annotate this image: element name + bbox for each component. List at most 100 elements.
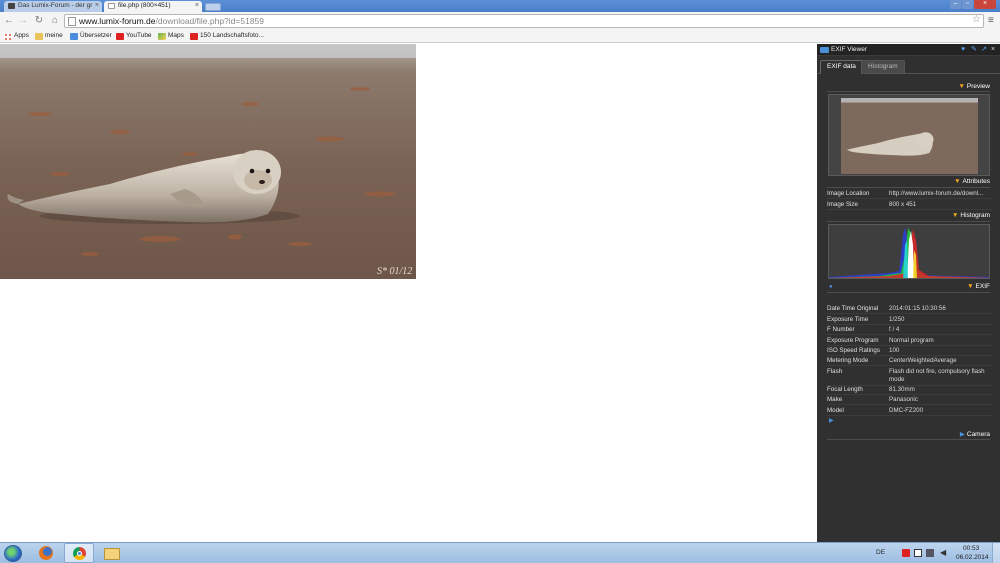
bookmark-maps[interactable]: Maps bbox=[158, 32, 184, 40]
wrench-icon[interactable]: ✎ bbox=[971, 46, 977, 54]
bookmark-label: Maps bbox=[168, 32, 184, 39]
exif-value: 81.30mm bbox=[889, 386, 915, 393]
start-button[interactable] bbox=[4, 545, 22, 562]
bookmark-apps[interactable]: Apps bbox=[4, 32, 29, 40]
pin-icon[interactable]: ↗ bbox=[981, 46, 987, 54]
close-icon[interactable]: × bbox=[95, 2, 99, 9]
antivirus-tray-icon[interactable] bbox=[902, 549, 910, 557]
preview-graphic bbox=[841, 98, 978, 174]
show-desktop-button[interactable] bbox=[992, 543, 1000, 563]
taskbar-explorer[interactable] bbox=[100, 544, 124, 563]
tab-file-php[interactable]: file.php (800×451) × bbox=[104, 1, 202, 12]
section-title: Camera bbox=[966, 431, 990, 438]
favicon-icon bbox=[8, 3, 15, 9]
bookmark-label: Apps bbox=[14, 32, 29, 39]
section-title: Histogram bbox=[960, 212, 990, 219]
page-icon bbox=[108, 3, 115, 9]
tab-title: Das Lumix-Forum - der gr bbox=[18, 2, 93, 9]
tab-title: file.php (800×451) bbox=[118, 2, 171, 9]
exif-value: 100 bbox=[889, 347, 900, 354]
preview-image bbox=[841, 98, 978, 174]
bookmark-landschaftsfoto[interactable]: 150 Landschaftsfoto... bbox=[190, 32, 264, 40]
section-histogram-header[interactable]: ▼ Histogram bbox=[952, 212, 990, 219]
forward-arrow-icon[interactable]: → bbox=[17, 15, 29, 27]
exif-row: Flash Flash did not fire, compulsory flas… bbox=[827, 367, 992, 386]
exif-row: Date Time Original 2014:01:15 10:30:56 bbox=[827, 304, 992, 314]
info-icon[interactable]: ● bbox=[829, 284, 833, 290]
folder-icon bbox=[35, 33, 43, 40]
url-text[interactable]: www.lumix-forum.de/download/file.php?id=… bbox=[79, 16, 264, 27]
triangle-right-icon[interactable]: ▶ bbox=[829, 417, 834, 424]
clock-time[interactable]: 00:53 bbox=[963, 545, 979, 552]
page-icon bbox=[68, 17, 76, 26]
window-close-button[interactable]: × bbox=[974, 0, 996, 9]
exif-tabs: EXIF data Histogram bbox=[817, 58, 1000, 74]
menu-icon[interactable]: ≡ bbox=[988, 16, 994, 26]
minimize-button[interactable]: – bbox=[950, 0, 961, 9]
back-arrow-icon[interactable]: ← bbox=[3, 15, 15, 27]
exif-row: Focal Length 81.30mm bbox=[827, 385, 992, 395]
section-exif-header[interactable]: ▼ EXIF bbox=[967, 283, 990, 290]
exif-row: Make Panasonic bbox=[827, 395, 992, 405]
bookmarks-bar: Apps meine Übersetzer YouTube Maps 150 L… bbox=[0, 30, 1000, 43]
exif-viewer-header: EXIF Viewer ♥ ✎ ↗ × bbox=[817, 44, 1000, 56]
section-preview-header[interactable]: ▼ Preview bbox=[958, 83, 990, 90]
volume-icon[interactable]: ◀ bbox=[940, 548, 946, 557]
star-icon[interactable]: ☆ bbox=[972, 14, 981, 25]
url-host: www.lumix-forum.de bbox=[79, 16, 156, 26]
divider bbox=[827, 439, 990, 440]
exif-row: Exposure Program Normal program bbox=[827, 336, 992, 346]
exif-key: Metering Mode bbox=[827, 357, 869, 364]
exif-value: f / 4 bbox=[889, 326, 900, 333]
taskbar-chrome[interactable] bbox=[64, 543, 94, 563]
heart-icon[interactable]: ♥ bbox=[961, 46, 965, 54]
flag-icon[interactable] bbox=[914, 549, 922, 557]
section-title: Attributes bbox=[962, 178, 990, 185]
section-title: EXIF bbox=[975, 283, 990, 290]
tab-histogram[interactable]: Histogram bbox=[861, 60, 905, 74]
explorer-icon bbox=[104, 548, 120, 560]
bookmark-meine[interactable]: meine bbox=[35, 32, 63, 40]
attribute-key: Image Size bbox=[827, 201, 858, 208]
exif-row: F Number f / 4 bbox=[827, 325, 992, 335]
exif-logo-icon bbox=[820, 47, 829, 53]
taskbar-firefox[interactable] bbox=[34, 544, 58, 563]
maximize-button[interactable]: ▫ bbox=[962, 0, 973, 9]
seal-photo-graphic: S* 01/12 bbox=[0, 44, 416, 279]
close-icon[interactable]: × bbox=[991, 46, 995, 54]
bookmark-youtube[interactable]: YouTube bbox=[116, 32, 152, 40]
bookmark-label: 150 Landschaftsfoto... bbox=[200, 32, 264, 39]
tab-exif-data[interactable]: EXIF data bbox=[820, 60, 863, 74]
address-bar[interactable]: www.lumix-forum.de/download/file.php?id=… bbox=[64, 14, 984, 28]
attribute-row: Image Location http://www.lumix-forum.de/… bbox=[827, 189, 992, 199]
section-attributes-header[interactable]: ▼ Attributes bbox=[954, 178, 990, 185]
exif-viewer-panel: EXIF Viewer ♥ ✎ ↗ × EXIF data Histogram … bbox=[817, 44, 1000, 542]
language-indicator[interactable]: DE bbox=[876, 549, 885, 556]
exif-row: Metering Mode CenterWeightedAverage bbox=[827, 356, 992, 366]
exif-value: 2014:01:15 10:30:56 bbox=[889, 305, 946, 312]
chrome-icon bbox=[73, 547, 86, 560]
firefox-icon bbox=[39, 546, 53, 560]
watermark-text: S* 01/12 bbox=[377, 266, 412, 277]
tab-lumix-forum[interactable]: Das Lumix-Forum - der gr × bbox=[4, 1, 102, 12]
exif-row: ISO Speed Ratings 100 bbox=[827, 346, 992, 356]
close-icon[interactable]: × bbox=[195, 2, 199, 9]
new-tab-button[interactable] bbox=[205, 3, 221, 11]
panel-title: EXIF Viewer bbox=[831, 46, 868, 53]
translate-icon bbox=[70, 33, 78, 40]
exif-row: Model DMC-FZ200 bbox=[827, 406, 992, 416]
url-path: /download/file.php?id=51859 bbox=[155, 16, 264, 26]
exif-key: Exposure Time bbox=[827, 316, 869, 323]
network-icon[interactable] bbox=[926, 549, 934, 557]
divider bbox=[827, 91, 990, 92]
bookmark-uebersetzer[interactable]: Übersetzer bbox=[70, 32, 112, 40]
home-icon[interactable]: ⌂ bbox=[49, 15, 61, 27]
reload-icon[interactable]: ↻ bbox=[33, 15, 45, 27]
attribute-value[interactable]: http://www.lumix-forum.de/downl... bbox=[889, 190, 991, 197]
section-camera-header[interactable]: ▶ Camera bbox=[960, 430, 990, 438]
seal-photo[interactable]: S* 01/12 bbox=[0, 44, 416, 279]
clock-date[interactable]: 06.02.2014 bbox=[956, 554, 989, 561]
divider bbox=[827, 292, 990, 293]
triangle-down-icon: ▼ bbox=[951, 212, 959, 219]
youtube-icon bbox=[116, 33, 124, 40]
